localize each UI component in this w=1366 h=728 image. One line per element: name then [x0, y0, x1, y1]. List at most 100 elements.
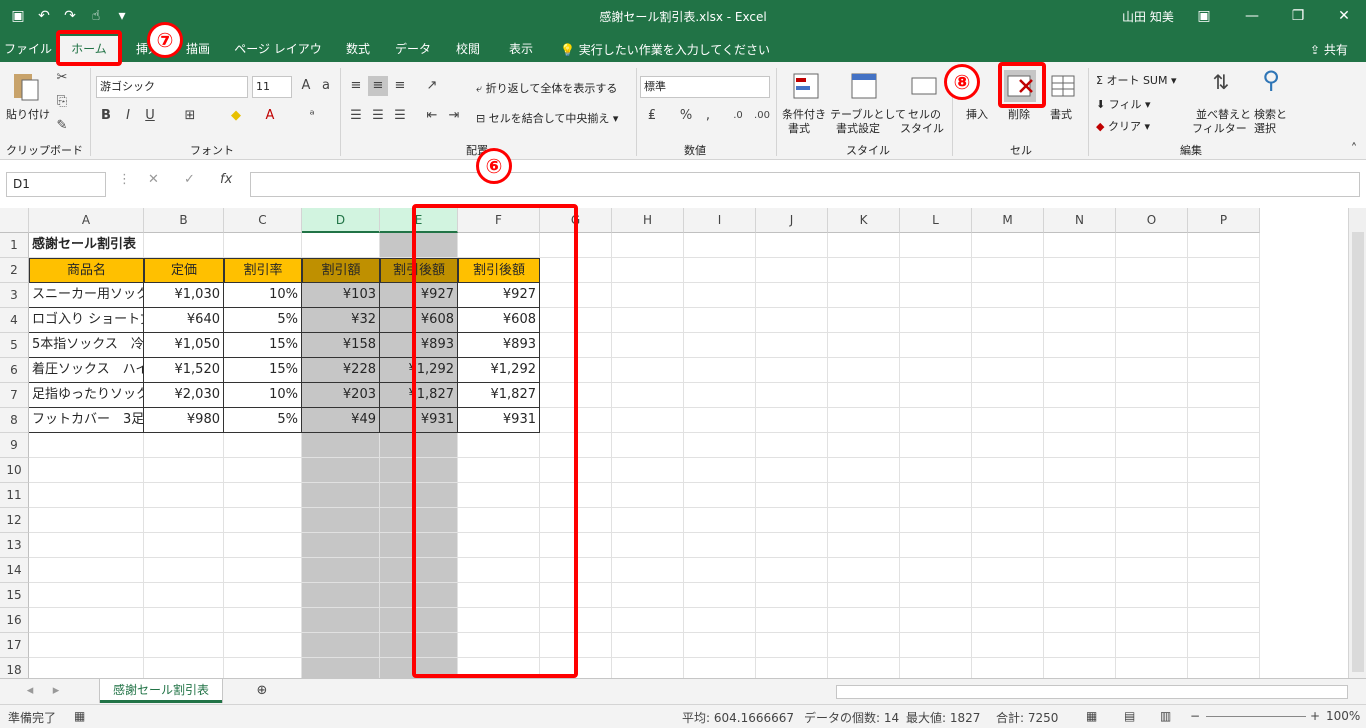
cell-E8[interactable]: ¥931	[380, 408, 458, 433]
cell-C13[interactable]	[224, 533, 302, 558]
cell-B16[interactable]	[144, 608, 224, 633]
cell-D9[interactable]	[302, 433, 380, 458]
accounting-icon[interactable]: ₤	[642, 106, 662, 126]
cell-F7[interactable]: ¥1,827	[458, 383, 540, 408]
delete-cells-label[interactable]: 削除	[1008, 106, 1030, 122]
cell-I11[interactable]	[684, 483, 756, 508]
cell-K10[interactable]	[828, 458, 900, 483]
align-left-icon[interactable]: ☰	[346, 106, 366, 126]
cell-A4[interactable]: ロゴ入り ショート丈ソックス	[29, 308, 144, 333]
cell-F11[interactable]	[458, 483, 540, 508]
cell-I9[interactable]	[684, 433, 756, 458]
insert-function-icon[interactable]: fx	[220, 172, 232, 187]
cell-P11[interactable]	[1188, 483, 1260, 508]
cell-P10[interactable]	[1188, 458, 1260, 483]
cell-O12[interactable]	[1116, 508, 1188, 533]
decrease-font-icon[interactable]: a	[316, 76, 336, 96]
cell-M17[interactable]	[972, 633, 1044, 658]
vertical-scrollbar[interactable]	[1348, 208, 1366, 678]
format-as-table-icon[interactable]	[848, 70, 880, 102]
page-break-view-icon[interactable]: ▥	[1160, 709, 1171, 723]
cell-D13[interactable]	[302, 533, 380, 558]
column-header[interactable]: E	[380, 208, 458, 233]
cell-P1[interactable]	[1188, 233, 1260, 258]
sort-filter-label2[interactable]: フィルター	[1192, 120, 1247, 136]
cell-L16[interactable]	[900, 608, 972, 633]
cell-K12[interactable]	[828, 508, 900, 533]
page-layout-view-icon[interactable]: ▤	[1124, 709, 1135, 723]
cell-E18[interactable]	[380, 658, 458, 678]
cell-I8[interactable]	[684, 408, 756, 433]
cell-F13[interactable]	[458, 533, 540, 558]
share-button[interactable]: ⇪ 共有	[1310, 41, 1348, 58]
cell-H11[interactable]	[612, 483, 684, 508]
cell-C7[interactable]: 10%	[224, 383, 302, 408]
cell-P12[interactable]	[1188, 508, 1260, 533]
cell-N9[interactable]	[1044, 433, 1116, 458]
cell-N6[interactable]	[1044, 358, 1116, 383]
cell-D5[interactable]: ¥158	[302, 333, 380, 358]
cut-icon[interactable]: ✂	[52, 68, 72, 88]
cell-A5[interactable]: 5本指ソックス 冷え症対策	[29, 333, 144, 358]
cell-M4[interactable]	[972, 308, 1044, 333]
cell-G8[interactable]	[540, 408, 612, 433]
column-header[interactable]: B	[144, 208, 224, 233]
cell-B9[interactable]	[144, 433, 224, 458]
cell-E11[interactable]	[380, 483, 458, 508]
cell-M8[interactable]	[972, 408, 1044, 433]
cell-A12[interactable]	[29, 508, 144, 533]
tab-review[interactable]: 校閲	[446, 38, 490, 62]
align-center-icon[interactable]: ☰	[368, 106, 388, 126]
cell-H16[interactable]	[612, 608, 684, 633]
cell-B6[interactable]: ¥1,520	[144, 358, 224, 383]
cell-C5[interactable]: 15%	[224, 333, 302, 358]
cell-H2[interactable]	[612, 258, 684, 283]
cell-P15[interactable]	[1188, 583, 1260, 608]
cell-F3[interactable]: ¥927	[458, 283, 540, 308]
formula-input[interactable]	[250, 172, 1360, 197]
font-size-dropdown[interactable]: 11	[252, 76, 292, 98]
cell-K13[interactable]	[828, 533, 900, 558]
cell-N5[interactable]	[1044, 333, 1116, 358]
cell-L11[interactable]	[900, 483, 972, 508]
cell-G5[interactable]	[540, 333, 612, 358]
cell-N8[interactable]	[1044, 408, 1116, 433]
cell-E15[interactable]	[380, 583, 458, 608]
cell-A10[interactable]	[29, 458, 144, 483]
cell-I15[interactable]	[684, 583, 756, 608]
format-painter-icon[interactable]: ✎	[52, 116, 72, 136]
cell-G1[interactable]	[540, 233, 612, 258]
cell-L10[interactable]	[900, 458, 972, 483]
cell-C15[interactable]	[224, 583, 302, 608]
cell-K14[interactable]	[828, 558, 900, 583]
column-header[interactable]: A	[29, 208, 144, 233]
cell-K7[interactable]	[828, 383, 900, 408]
cell-H12[interactable]	[612, 508, 684, 533]
decrease-decimal-icon[interactable]: .00	[752, 106, 772, 126]
cell-M2[interactable]	[972, 258, 1044, 283]
cell-O16[interactable]	[1116, 608, 1188, 633]
row-header[interactable]: 12	[0, 508, 29, 533]
column-header[interactable]: J	[756, 208, 828, 233]
cell-G16[interactable]	[540, 608, 612, 633]
cell-M5[interactable]	[972, 333, 1044, 358]
paste-label[interactable]: 貼り付け	[6, 106, 50, 122]
cell-M7[interactable]	[972, 383, 1044, 408]
cell-D2[interactable]: 割引額	[302, 258, 380, 283]
row-header[interactable]: 3	[0, 283, 29, 308]
align-bottom-icon[interactable]: ≡	[390, 76, 410, 96]
cell-P4[interactable]	[1188, 308, 1260, 333]
prev-sheet-icon[interactable]: ◂	[20, 681, 40, 701]
cell-O11[interactable]	[1116, 483, 1188, 508]
cell-N13[interactable]	[1044, 533, 1116, 558]
cell-A9[interactable]	[29, 433, 144, 458]
cell-G6[interactable]	[540, 358, 612, 383]
column-header[interactable]: H	[612, 208, 684, 233]
cell-I1[interactable]	[684, 233, 756, 258]
format-as-table-label2[interactable]: 書式設定	[836, 120, 880, 136]
cell-M13[interactable]	[972, 533, 1044, 558]
cell-J3[interactable]	[756, 283, 828, 308]
row-header[interactable]: 10	[0, 458, 29, 483]
cell-I6[interactable]	[684, 358, 756, 383]
cell-G14[interactable]	[540, 558, 612, 583]
